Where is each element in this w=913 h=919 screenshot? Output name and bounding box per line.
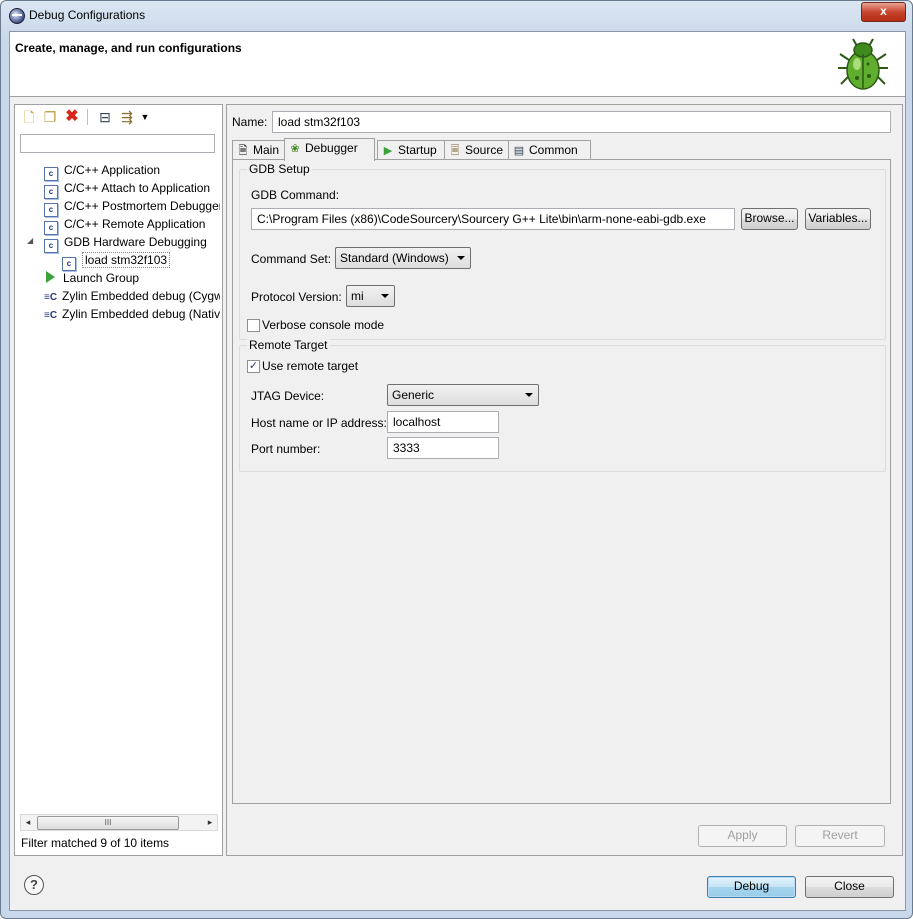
tree-item-cpp-attach[interactable]: c C/C++ Attach to Application (44, 179, 210, 199)
dropdown-icon[interactable]: ▼ (137, 109, 153, 125)
use-remote-target-label: Use remote target (262, 359, 359, 373)
host-label: Host name or IP address: (251, 416, 387, 430)
tab-startup[interactable]: ▶ Startup (377, 140, 446, 160)
tree-item-zylin-native[interactable]: ≡C Zylin Embedded debug (Native) (44, 305, 220, 323)
help-icon[interactable]: ? (24, 875, 44, 895)
debugger-tab-icon: ❀ (290, 143, 300, 155)
tree-item-zylin-cygwin[interactable]: ≡C Zylin Embedded debug (Cygwin) (44, 287, 220, 305)
filter-icon[interactable]: ⇶ (119, 109, 135, 125)
tree-horizontal-scrollbar[interactable]: ◂ III ▸ (20, 814, 218, 831)
jtag-device-select[interactable]: Generic (387, 384, 539, 406)
title-bar: Debug Configurations x (1, 1, 912, 31)
tree-item-load-stm32f103[interactable]: c load stm32f103 (62, 251, 171, 271)
configuration-editor-pane: Name: load stm32f103 🗎 Main ❀ Debugger ▶ St… (226, 104, 903, 856)
new-configuration-icon[interactable]: 🗋 (21, 109, 37, 125)
collapse-expander-icon[interactable]: ◢ (27, 236, 35, 245)
name-input[interactable]: load stm32f103 (272, 111, 891, 133)
verbose-console-label: Verbose console mode (262, 318, 385, 332)
verbose-console-checkbox[interactable] (247, 319, 260, 332)
protocol-version-select[interactable]: mi (346, 285, 395, 307)
jtag-device-label: JTAG Device: (251, 389, 325, 403)
dialog-client: Create, manage, and run configurations 🗋… (9, 31, 906, 911)
remote-target-group: Remote Target ✓ Use remote target JTAG D… (239, 338, 886, 472)
filter-status: Filter matched 9 of 10 items (21, 836, 170, 850)
tab-main[interactable]: 🗎 Main (232, 140, 288, 160)
configuration-tree: c C/C++ Application c C/C++ Attach to Appl… (15, 161, 220, 811)
revert-button[interactable]: Revert (795, 825, 885, 847)
eclipse-icon (9, 8, 25, 24)
launch-group-icon (46, 271, 55, 283)
gdb-setup-group: GDB Setup GDB Command: C:\Program Files … (239, 162, 886, 340)
protocol-version-label: Protocol Version: (251, 290, 342, 304)
tree-item-gdb-hardware[interactable]: c GDB Hardware Debugging (44, 233, 207, 253)
window-title: Debug Configurations (29, 8, 146, 22)
debug-configurations-window: Debug Configurations x Create, manage, a… (0, 0, 913, 919)
window-close-button[interactable]: x (861, 2, 906, 22)
header-title: Create, manage, and run configurations (15, 41, 242, 55)
scroll-left-icon[interactable]: ◂ (21, 815, 35, 830)
use-remote-target-checkbox[interactable]: ✓ (247, 360, 260, 373)
tree-item-cpp-remote[interactable]: c C/C++ Remote Application (44, 215, 205, 235)
command-set-select[interactable]: Standard (Windows) (335, 247, 471, 269)
collapse-all-icon[interactable]: ⊟ (97, 109, 113, 125)
scroll-right-icon[interactable]: ▸ (203, 815, 217, 830)
close-button[interactable]: Close (805, 876, 894, 898)
apply-button[interactable]: Apply (698, 825, 787, 847)
command-set-label: Command Set: (251, 252, 332, 266)
browse-button[interactable]: Browse... (741, 208, 798, 230)
c-config-icon: c (44, 239, 58, 253)
gdb-command-input[interactable]: C:\Program Files (x86)\CodeSourcery\Sour… (251, 208, 735, 230)
configuration-tree-pane: 🗋 ❐ ✖ ⊟ ⇶ ▼ c C/C++ Application c C/C++ At… (14, 104, 223, 856)
tab-debugger[interactable]: ❀ Debugger (284, 138, 375, 161)
zylin-icon: ≡C (44, 310, 58, 321)
chevron-down-icon (381, 294, 389, 298)
chevron-down-icon (525, 393, 533, 397)
bug-icon (838, 38, 888, 90)
debug-button[interactable]: Debug (707, 876, 796, 898)
toolbar-separator (87, 109, 88, 125)
name-label: Name: (232, 115, 268, 129)
debugger-tab-body: GDB Setup GDB Command: C:\Program Files … (232, 159, 891, 804)
filter-input[interactable] (20, 134, 215, 153)
variables-button[interactable]: Variables... (805, 208, 871, 230)
port-label: Port number: (251, 442, 321, 456)
tab-common[interactable]: ▤ Common (508, 140, 591, 160)
tree-item-cpp-postmortem[interactable]: c C/C++ Postmortem Debugger (44, 197, 220, 217)
port-input[interactable]: 3333 (387, 437, 499, 459)
dialog-header: Create, manage, and run configurations (10, 32, 905, 97)
gdb-command-label: GDB Command: (251, 188, 340, 202)
chevron-down-icon (457, 256, 465, 260)
gdb-setup-title: GDB Setup (247, 162, 312, 176)
duplicate-icon[interactable]: ❐ (42, 109, 58, 125)
remote-target-title: Remote Target (247, 338, 330, 352)
host-input[interactable]: localhost (387, 411, 499, 433)
scroll-thumb[interactable]: III (37, 816, 179, 830)
tree-item-cpp-application[interactable]: c C/C++ Application (44, 161, 160, 181)
delete-icon[interactable]: ✖ (64, 109, 80, 125)
tab-source[interactable]: 🗏 Source (444, 140, 509, 160)
tree-item-launch-group[interactable]: Launch Group (46, 269, 139, 287)
